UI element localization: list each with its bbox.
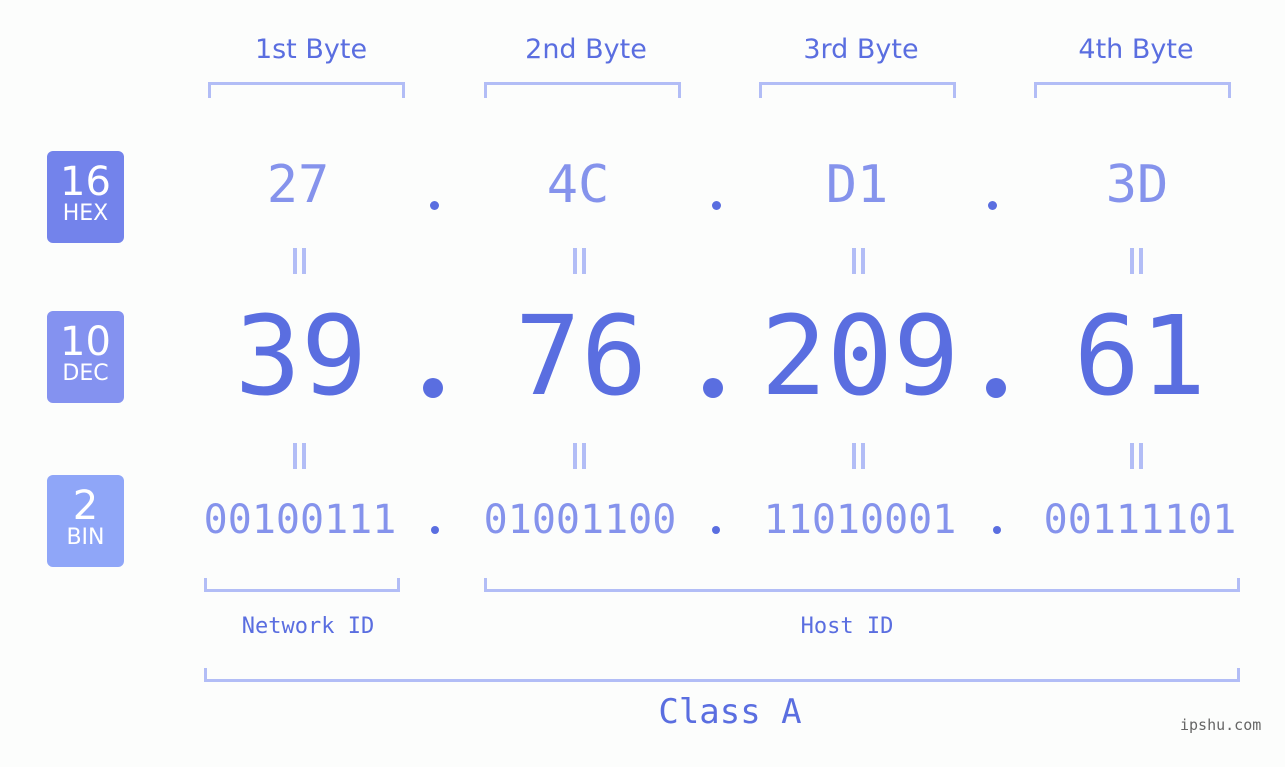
bin-value-4: 00111101 — [1043, 497, 1237, 543]
bin-value-2: 01001100 — [483, 497, 677, 543]
equals-icon — [571, 443, 587, 469]
hex-dot-2 — [712, 201, 721, 210]
bin-name: BIN — [66, 525, 105, 550]
equals-icon — [850, 248, 866, 274]
dec-badge: 10 DEC — [47, 311, 124, 403]
byte-bracket-1 — [208, 82, 405, 98]
network-id-label: Network ID — [241, 614, 375, 639]
byte-label-2: 2nd Byte — [525, 34, 647, 65]
hex-dot-3 — [988, 201, 997, 210]
byte-bracket-2 — [484, 82, 681, 98]
byte-bracket-3 — [759, 82, 956, 98]
byte-label-1: 1st Byte — [254, 34, 368, 65]
hex-value-3: D1 — [825, 155, 889, 215]
dec-dot-1 — [423, 378, 443, 398]
hex-dot-1 — [430, 201, 439, 210]
dec-value-4: 61 — [1073, 292, 1207, 420]
equals-icon — [571, 248, 587, 274]
equals-icon — [1128, 443, 1144, 469]
bin-badge: 2 BIN — [47, 475, 124, 567]
dec-value-1: 39 — [234, 292, 368, 420]
bin-dot-1 — [431, 526, 439, 534]
equals-icon — [291, 443, 307, 469]
hex-value-1: 27 — [266, 155, 330, 215]
bin-base: 2 — [72, 483, 99, 529]
dec-base: 10 — [60, 319, 111, 365]
host-id-label: Host ID — [800, 614, 894, 639]
network-id-bracket — [204, 578, 400, 592]
hex-badge: 16 HEX — [47, 151, 124, 243]
dec-dot-2 — [703, 378, 723, 398]
equals-icon — [850, 443, 866, 469]
byte-bracket-4 — [1034, 82, 1231, 98]
dec-name: DEC — [62, 361, 109, 386]
hex-value-4: 3D — [1105, 155, 1169, 215]
class-label: Class A — [658, 692, 802, 732]
host-id-bracket — [484, 578, 1240, 592]
dec-value-2: 76 — [514, 292, 648, 420]
dec-dot-3 — [986, 378, 1006, 398]
hex-base: 16 — [60, 159, 111, 205]
equals-icon — [291, 248, 307, 274]
dec-value-3: 209 — [760, 292, 960, 420]
watermark: ipshu.com — [1180, 716, 1262, 734]
bin-value-1: 00100111 — [203, 497, 397, 543]
bin-dot-2 — [712, 526, 720, 534]
bin-dot-3 — [993, 526, 1001, 534]
equals-icon — [1128, 248, 1144, 274]
byte-label-4: 4th Byte — [1078, 34, 1194, 65]
byte-label-3: 3rd Byte — [803, 34, 919, 65]
class-bracket — [204, 668, 1240, 682]
hex-name: HEX — [62, 201, 109, 226]
hex-value-2: 4C — [546, 155, 610, 215]
bin-value-3: 11010001 — [763, 497, 957, 543]
